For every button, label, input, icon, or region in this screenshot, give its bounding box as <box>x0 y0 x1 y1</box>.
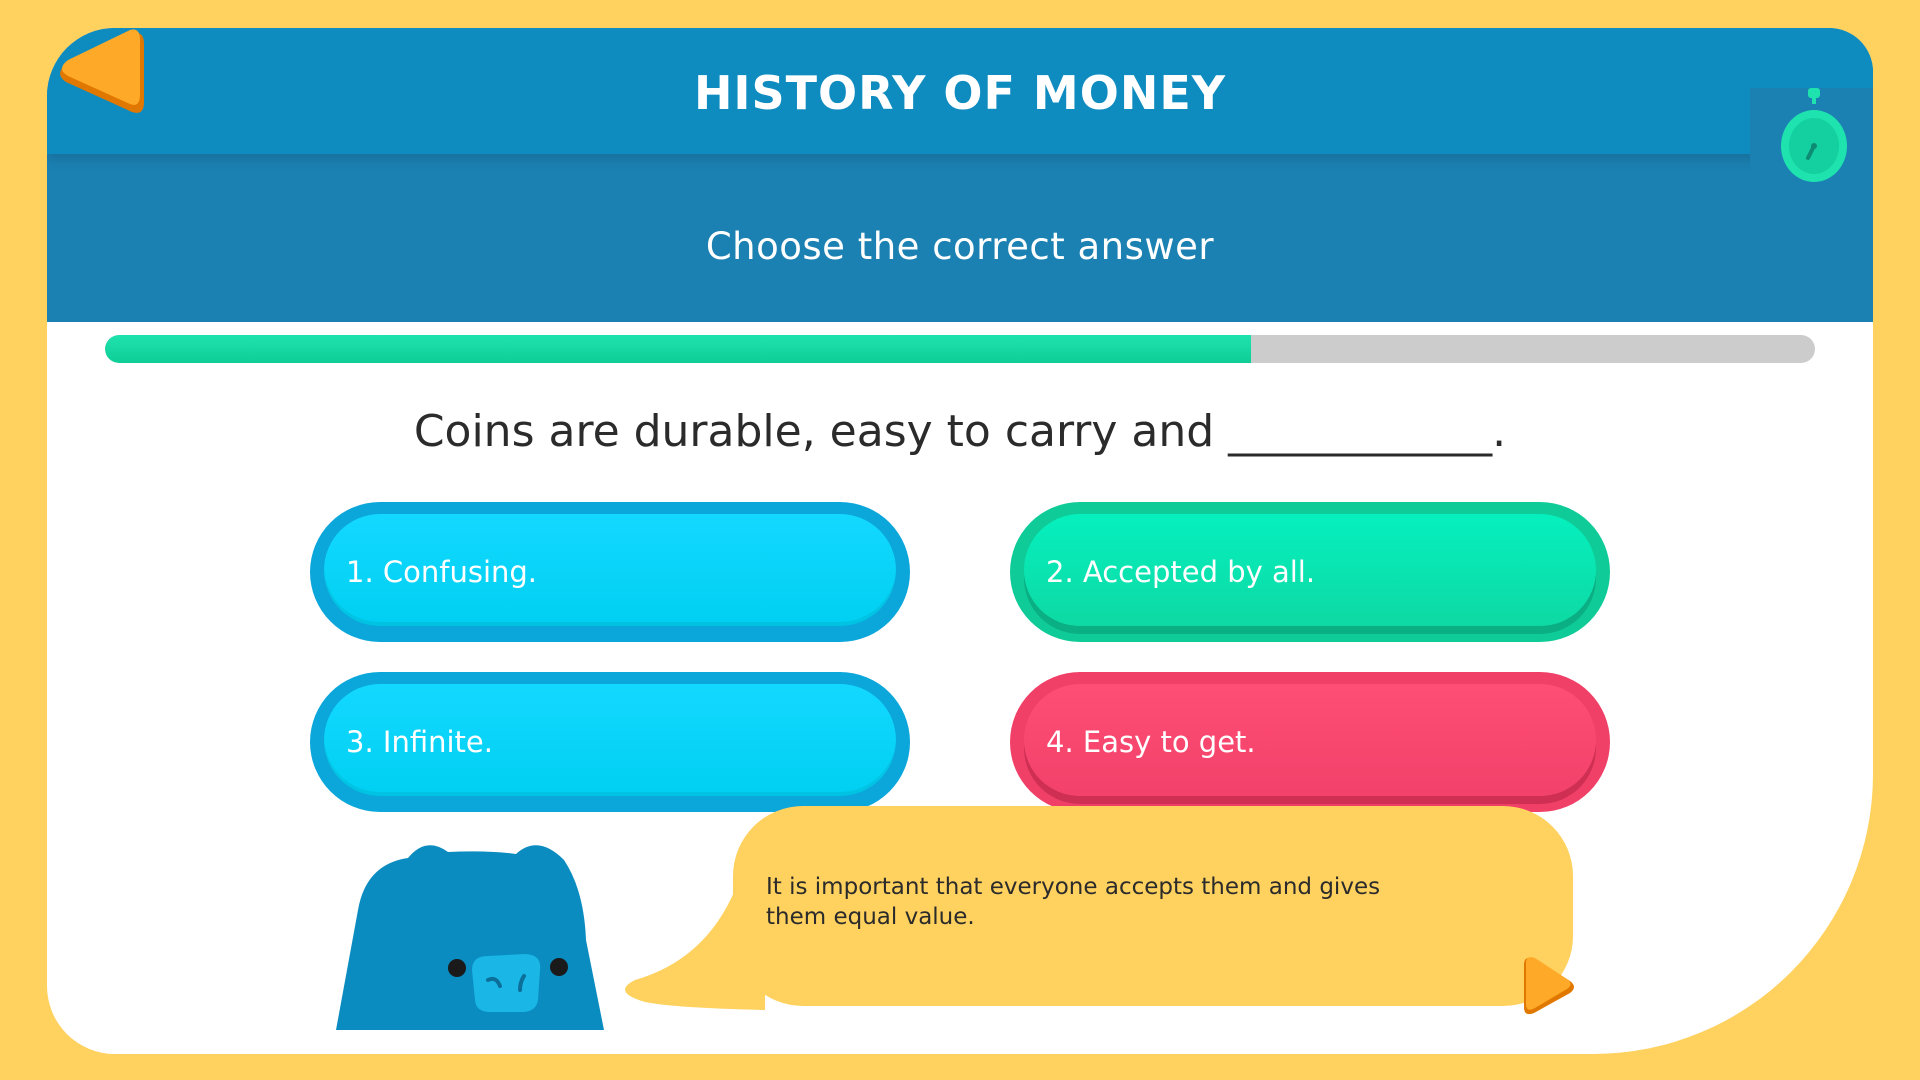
progress-fill <box>105 335 1251 363</box>
answer-option-4[interactable]: 4. Easy to get. <box>1010 672 1610 812</box>
answer-option-2[interactable]: 2. Accepted by all. <box>1010 502 1610 642</box>
play-next-icon[interactable] <box>1516 955 1578 1017</box>
stopwatch-icon <box>1781 88 1847 182</box>
answer-label: 3. Infinite. <box>346 725 493 759</box>
page-title: HISTORY OF MONEY <box>693 66 1227 120</box>
quiz-screen: HISTORY OF MONEY Choose the correct answ… <box>0 0 1920 1080</box>
answer-label: 1. Confusing. <box>346 555 538 589</box>
mascot-character <box>336 845 604 1030</box>
answer-label: 4. Easy to get. <box>1046 725 1256 759</box>
progress-bar <box>105 335 1815 363</box>
answer-option-1[interactable]: 1. Confusing. <box>310 502 910 642</box>
answer-label: 2. Accepted by all. <box>1046 555 1316 589</box>
hint-text: It is important that everyone accepts th… <box>766 874 1381 930</box>
back-arrow-icon[interactable] <box>48 22 148 122</box>
hint-speech-bubble: It is important that everyone accepts th… <box>733 806 1573 1006</box>
quiz-header: HISTORY OF MONEY Choose the correct answ… <box>47 28 1873 322</box>
timer-badge <box>1750 88 1873 218</box>
instruction-text: Choose the correct answer <box>705 225 1215 268</box>
answer-option-3[interactable]: 3. Infinite. <box>310 672 910 812</box>
question-text: Coins are durable, easy to carry and ___… <box>413 406 1507 457</box>
